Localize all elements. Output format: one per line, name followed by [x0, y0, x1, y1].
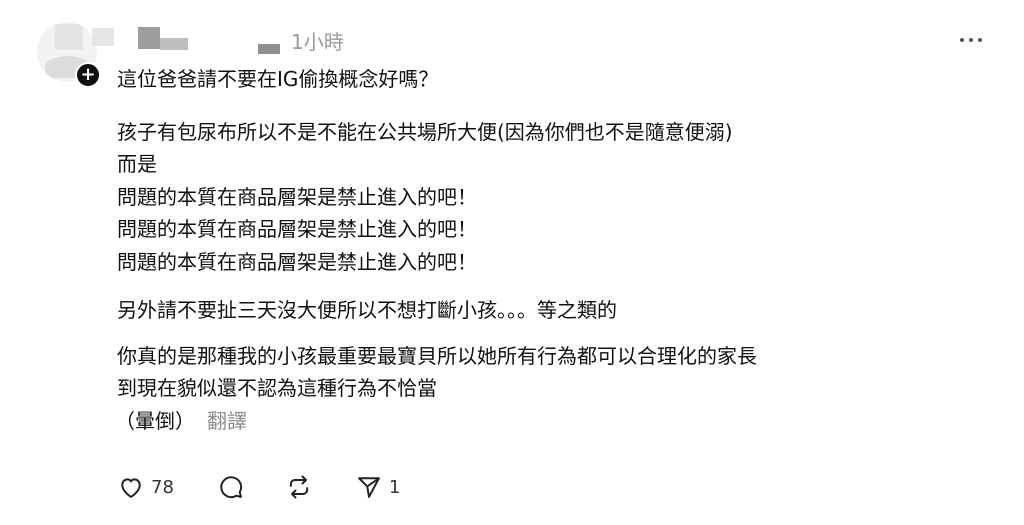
post-line: 問題的本質在商品層架是禁止進入的吧！ [117, 217, 477, 241]
like-button[interactable]: 78 [117, 473, 217, 501]
username-redaction [92, 28, 114, 46]
thread-post: + 1小時 這位爸爸請不要在IG偷換概念好嗎？ 孩子有包尿布所以不是不能在公共場… [0, 0, 1024, 525]
post-line: 到現在貌似還不認為這種行為不恰當 [117, 376, 437, 400]
action-bar: 78 1 [117, 470, 400, 504]
post-line: 這位爸爸請不要在IG偷換概念好嗎？ [117, 67, 439, 91]
post-line: 孩子有包尿布所以不是不能在公共場所大便(因為你們也不是隨意便溺) [117, 119, 733, 144]
translate-link[interactable]: 翻譯 [207, 409, 247, 433]
follow-plus-icon[interactable]: + [75, 62, 101, 88]
post-body: 這位爸爸請不要在IG偷換概念好嗎？ 孩子有包尿布所以不是不能在公共場所大便(因為… [115, 63, 997, 437]
heart-icon [121, 478, 141, 498]
closing-text: （暈倒） [115, 408, 195, 433]
post-line: 問題的本質在商品層架是禁止進入的吧！ [117, 249, 477, 274]
username-redaction [160, 38, 188, 50]
repost-button[interactable] [285, 473, 355, 501]
post-timestamp: 1小時 [291, 30, 344, 54]
post-line: 而是 [117, 152, 157, 176]
avatar-redaction [55, 24, 83, 50]
share-count: 1 [389, 476, 401, 498]
like-count: 78 [151, 476, 174, 498]
repost-icon [289, 475, 309, 499]
post-line: 問題的本質在商品層架是禁止進入的吧！ [117, 184, 477, 209]
more-horizontal-icon[interactable] [956, 30, 986, 50]
username-redaction [258, 44, 280, 54]
post-line: 你真的是那種我的小孩最重要最寶貝所以她所有行為都可以合理化的家長 [117, 343, 757, 368]
reply-button[interactable] [217, 473, 285, 501]
username-redaction [138, 27, 160, 49]
comment-icon [220, 476, 243, 499]
send-icon [358, 477, 380, 498]
share-button[interactable]: 1 [355, 473, 400, 501]
post-line: 另外請不要扯三天沒大便所以不想打斷小孩。。。等之類的 [117, 298, 617, 322]
post-tail: （暈倒） 翻譯 [115, 405, 997, 437]
